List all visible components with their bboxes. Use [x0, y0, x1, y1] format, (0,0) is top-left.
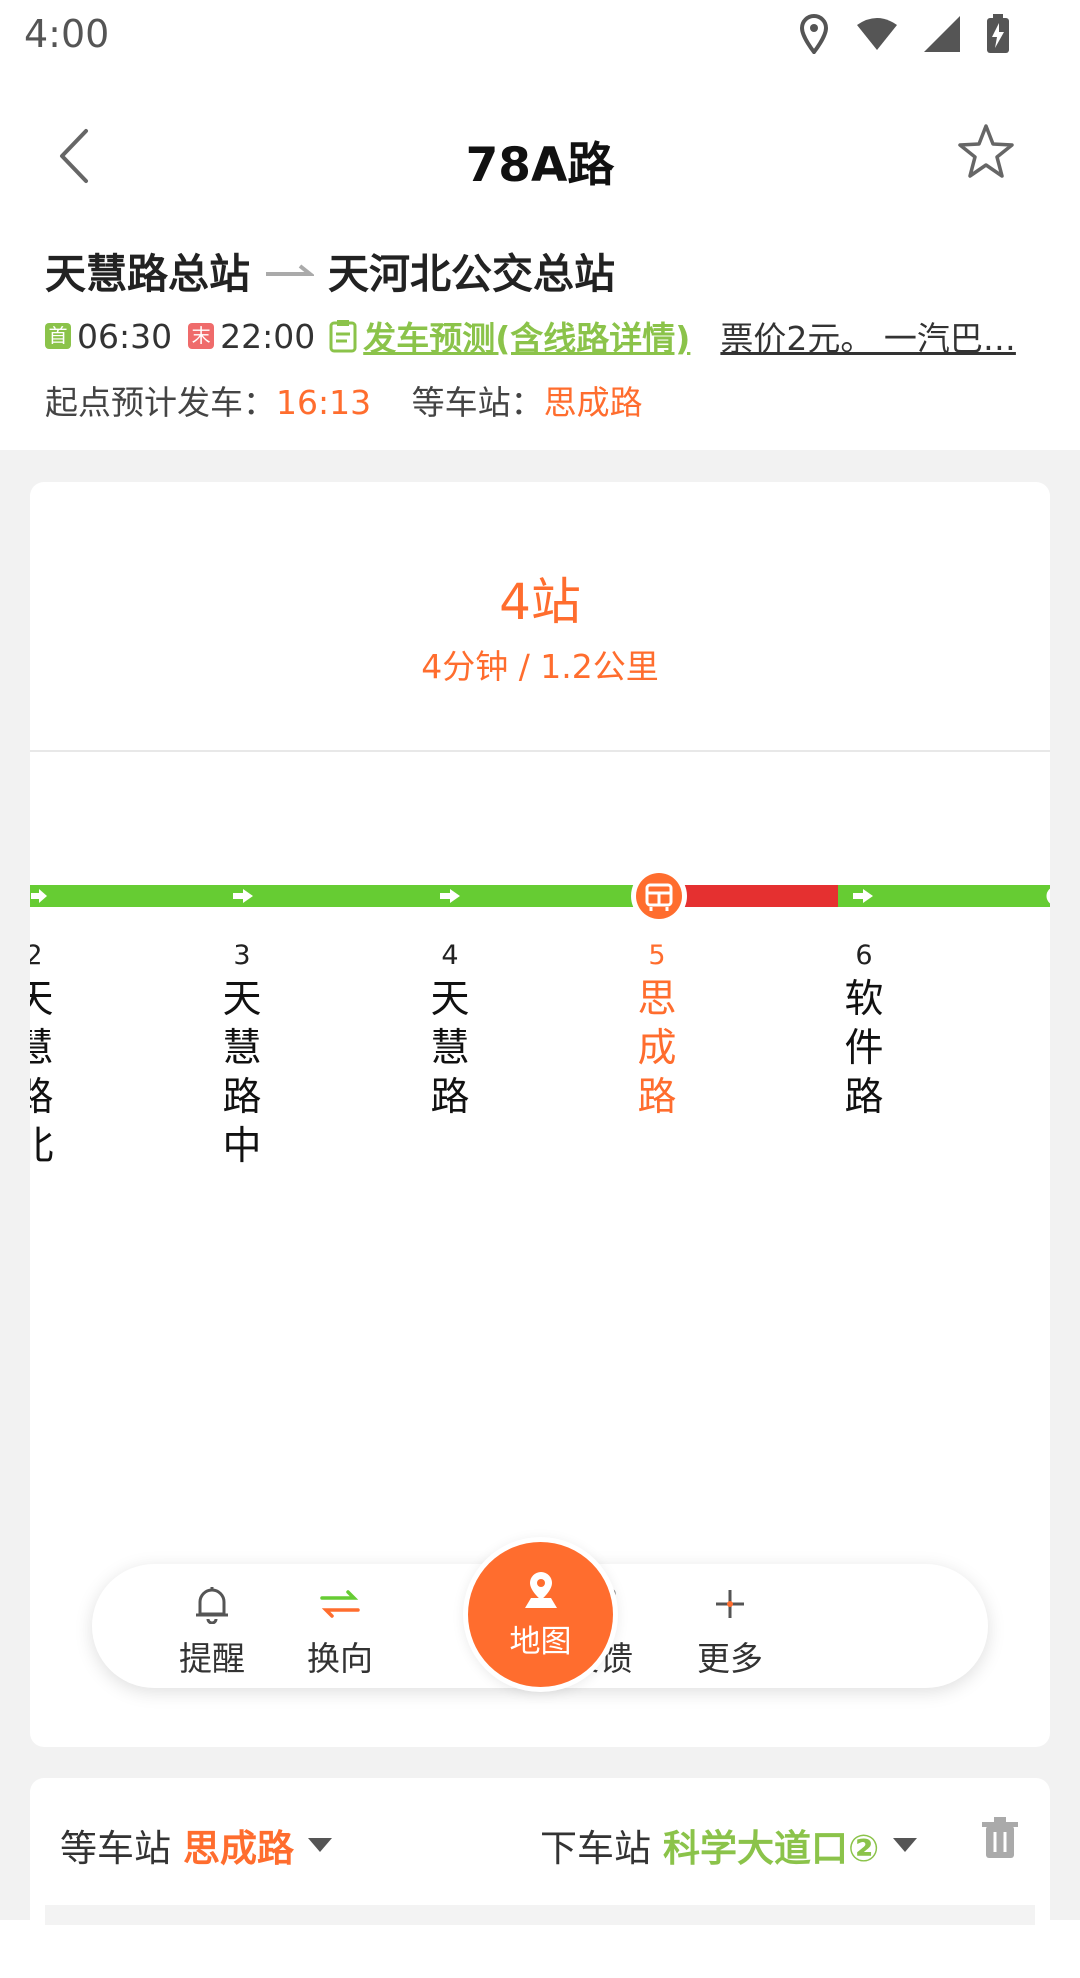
plus-icon [716, 1590, 744, 1618]
station-item-current[interactable]: 5 思成路 [627, 940, 687, 1122]
location-icon [799, 14, 829, 54]
route-line: 天慧路总站 天河北公交总站 [45, 240, 615, 300]
station-item[interactable]: 4 天慧路 [420, 940, 480, 1122]
page-title: 78A路 [465, 138, 615, 193]
station-name: 软件路 [844, 977, 884, 1120]
departure-time: 16:13 [276, 383, 372, 422]
status-time: 4:00 [24, 12, 110, 56]
results-strip [45, 1905, 1035, 1925]
direction-arrow-icon [233, 889, 253, 903]
wait-station-value: 思成路 [183, 1827, 294, 1870]
reverse-label: 换向 [307, 1639, 373, 1678]
trash-icon[interactable] [980, 1816, 1020, 1860]
service-times: 首 06:30 末 22:00 发车预测(含线路详情) 票价2元。 一汽巴… [45, 312, 1025, 360]
reverse-direction-button[interactable]: 换向 [280, 1584, 400, 1680]
alight-station-label: 下车站 [540, 1827, 651, 1870]
clipboard-icon [329, 320, 357, 353]
station-number: 4 [441, 940, 459, 971]
alight-station-selector[interactable]: 下车站 科学大道口② [540, 1818, 918, 1872]
signal-icon [924, 16, 960, 52]
last-bus-time: 22:00 [220, 316, 316, 356]
battery-charging-icon [987, 14, 1009, 53]
chevron-down-icon [308, 1838, 332, 1852]
direction-arrow-icon [440, 889, 460, 903]
destination-station: 天河北公交总站 [328, 250, 615, 298]
map-pin-icon [524, 1572, 557, 1608]
wait-station-name: 思成路 [543, 383, 643, 422]
swap-arrows-icon [320, 1590, 360, 1618]
station-number: 2 [30, 940, 43, 971]
trip-selector-card: 等车站 思成路 下车站 科学大道口② [30, 1778, 1050, 1978]
last-bus-tag: 末 [188, 323, 215, 349]
station-name: 天慧路 [430, 977, 470, 1120]
remind-button[interactable]: 提醒 [152, 1584, 272, 1680]
more-button[interactable]: 更多 [670, 1584, 790, 1680]
star-icon [958, 124, 1014, 178]
route-arrow-icon [266, 264, 314, 276]
direction-arrow-icon [31, 889, 47, 903]
departure-prediction-link[interactable]: 发车预测(含线路详情) [363, 312, 690, 360]
route-track-segment [30, 885, 658, 907]
bell-icon [196, 1587, 228, 1625]
arrival-card: 4站 4分钟 / 1.2公里 2 天慧路北 3 天慧路中 4 天慧路 5 思成路… [30, 482, 1050, 1747]
wifi-icon [857, 18, 897, 50]
wait-station-selector[interactable]: 等车站 思成路 [60, 1818, 332, 1872]
map-label: 地图 [509, 1624, 572, 1660]
direction-arrow-icon [853, 889, 873, 903]
station-number: 6 [855, 940, 873, 971]
station-item[interactable]: 6 软件路 [834, 940, 894, 1122]
remind-label: 提醒 [179, 1639, 245, 1678]
wait-station-label: 等车站： [411, 383, 544, 422]
chevron-down-icon [893, 1838, 918, 1852]
station-item[interactable]: 2 天慧路北 [30, 940, 64, 1171]
station-name: 思成路 [637, 977, 677, 1120]
first-bus-tag: 首 [45, 323, 71, 349]
fare-info-link[interactable]: 票价2元。 一汽巴… [720, 312, 1025, 360]
more-label: 更多 [697, 1639, 763, 1678]
bus-stop-marker-icon [631, 868, 687, 924]
station-number: 5 [648, 940, 666, 971]
eta-distance: 4分钟 / 1.2公里 [421, 647, 659, 686]
wait-station-label: 等车站 [60, 1827, 171, 1870]
departure-label: 起点预计发车： [45, 383, 276, 422]
departure-info: 起点预计发车：16:13 等车站：思成路 [45, 376, 643, 424]
station-item[interactable]: 3 天慧路中 [212, 940, 272, 1171]
station-name: 天慧路中 [222, 977, 262, 1169]
station-number: 3 [233, 940, 251, 971]
divider [30, 750, 1050, 752]
map-button[interactable]: 地图 [468, 1542, 613, 1687]
status-icons [798, 14, 1010, 54]
origin-station: 天慧路总站 [45, 250, 250, 298]
station-name: 天慧路北 [30, 977, 54, 1169]
first-bus-time: 06:30 [77, 316, 173, 356]
station-dot-icon [1043, 885, 1050, 907]
favorite-button[interactable] [954, 120, 1018, 184]
stops-away: 4站 [499, 573, 581, 631]
alight-station-value: 科学大道口② [663, 1827, 880, 1870]
